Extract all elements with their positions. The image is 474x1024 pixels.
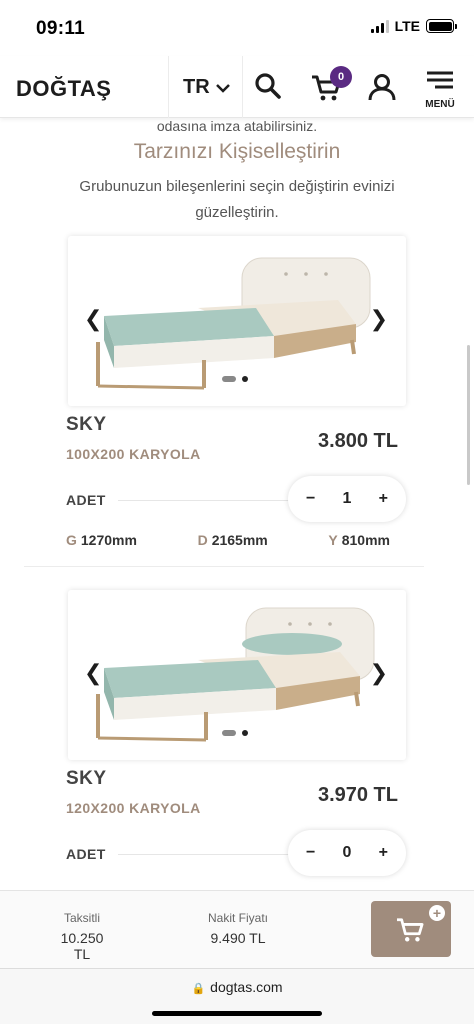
- increment-button[interactable]: +: [379, 844, 388, 862]
- battery-icon: [426, 19, 457, 33]
- decrement-button[interactable]: −: [306, 844, 315, 862]
- url-text: dogtas.com: [210, 979, 283, 995]
- status-indicators: LTE: [370, 18, 457, 34]
- installment-value: 10.250 TL: [60, 930, 104, 962]
- section-description: Grubunuzun bileşenlerini seçin değiştiri…: [79, 178, 395, 221]
- menu-label: MENÜ: [425, 99, 455, 110]
- carousel-dot[interactable]: [242, 376, 248, 382]
- carousel-dot-active[interactable]: [222, 376, 236, 382]
- intro-text: odasına imza atabilirsiniz.: [156, 118, 318, 134]
- scrollbar[interactable]: [467, 345, 470, 485]
- decrement-button[interactable]: −: [306, 490, 315, 508]
- search-icon[interactable]: [254, 72, 282, 100]
- carousel-next-icon[interactable]: ❯: [370, 660, 388, 686]
- product-price: 3.970 TL: [317, 784, 398, 806]
- installment-price: Taksitli 10.250 TL: [52, 911, 112, 962]
- product-subtitle: 120X200 KARYOLA: [66, 800, 201, 816]
- carousel-dots: [222, 730, 248, 736]
- home-indicator[interactable]: [152, 1011, 322, 1016]
- dimension-depth: D 2165mm: [197, 532, 268, 548]
- cash-price: Nakit Fiyatı 9.490 TL: [196, 911, 280, 946]
- cart-icon: [397, 918, 424, 942]
- carousel-dot[interactable]: [242, 730, 248, 736]
- cash-label: Nakit Fiyatı: [207, 911, 268, 925]
- product-name: SKY: [66, 414, 107, 435]
- carousel-prev-icon[interactable]: ❮: [84, 660, 102, 686]
- product-name: SKY: [66, 768, 107, 789]
- site-header: DOĞTAŞ TR MENÜ: [0, 56, 474, 118]
- language-label: TR: [183, 76, 210, 98]
- quantity-divider: [118, 500, 298, 501]
- product-divider: [24, 566, 424, 567]
- signal-icon: [370, 19, 389, 33]
- add-to-cart-button[interactable]: +: [371, 901, 451, 957]
- chevron-down-icon: [215, 83, 230, 93]
- cart-count-badge: 0: [330, 66, 352, 88]
- carousel-next-icon[interactable]: ❯: [370, 306, 388, 332]
- user-icon[interactable]: [367, 72, 397, 102]
- quantity-value: 1: [342, 490, 352, 507]
- carousel-prev-icon[interactable]: ❮: [84, 306, 102, 332]
- section-title: Tarzınızı Kişiselleştirin: [133, 140, 341, 163]
- cash-value: 9.490 TL: [210, 930, 266, 946]
- status-bar: 09:11 LTE: [0, 0, 474, 56]
- hamburger-icon: [427, 71, 453, 89]
- dimension-height: Y 810mm: [328, 532, 390, 548]
- address-bar[interactable]: 🔒 dogtas.com: [0, 979, 474, 995]
- quantity-divider: [118, 854, 298, 855]
- quantity-label: ADET: [66, 846, 106, 862]
- product-subtitle: 100X200 KARYOLA: [66, 446, 201, 462]
- lock-icon: 🔒: [191, 983, 206, 995]
- carousel-dots: [222, 376, 248, 382]
- product-dimensions: G 1270mm D 2165mm Y 810mm: [66, 532, 406, 548]
- header-divider: [242, 56, 243, 118]
- network-type: LTE: [394, 18, 420, 34]
- carousel-dot-active[interactable]: [222, 730, 236, 736]
- product-price: 3.800 TL: [317, 430, 398, 452]
- quantity-stepper: − 1 +: [288, 476, 406, 522]
- price-summary-bar: Taksitli 10.250 TL Nakit Fiyatı 9.490 TL…: [0, 890, 474, 968]
- installment-label: Taksitli: [63, 911, 100, 925]
- menu-button[interactable]: MENÜ: [420, 70, 460, 110]
- quantity-value: 0: [342, 844, 352, 861]
- language-selector[interactable]: TR: [183, 76, 230, 99]
- quantity-label: ADET: [66, 492, 106, 508]
- quantity-stepper: − 0 +: [288, 830, 406, 876]
- status-time: 09:11: [36, 18, 86, 39]
- logo[interactable]: DOĞTAŞ: [16, 76, 111, 102]
- header-divider: [168, 56, 169, 118]
- browser-url-bar: 🔒 dogtas.com: [0, 968, 474, 1024]
- dimension-width: G 1270mm: [66, 532, 137, 548]
- increment-button[interactable]: +: [379, 490, 388, 508]
- plus-icon: +: [429, 905, 445, 921]
